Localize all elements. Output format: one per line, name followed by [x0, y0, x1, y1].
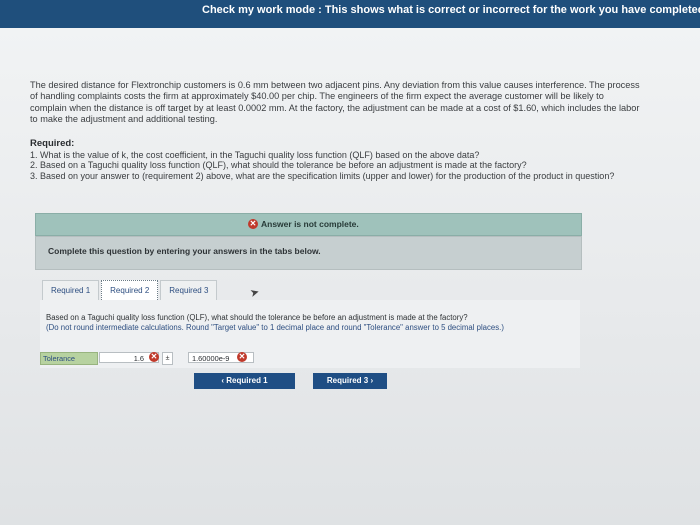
required-list: 1. What is the value of k, the cost coef… — [30, 150, 650, 181]
tab-required-1[interactable]: Required 1 — [42, 280, 100, 302]
next-required-button[interactable]: Required 3 › — [313, 373, 387, 389]
tab-bar: Required 1 Required 2 Required 3 — [42, 280, 219, 302]
tolerance-label: Tolerance — [40, 352, 98, 365]
tab-required-3[interactable]: Required 3 — [160, 280, 218, 302]
next-required-label: Required 3 — [326, 376, 369, 385]
required-item-3: 3. Based on your answer to (requirement … — [30, 170, 615, 181]
incorrect-icon: ✕ — [149, 352, 159, 362]
question-text: Based on a Taguchi quality loss function… — [46, 313, 468, 322]
question-note: (Do not round intermediate calculations.… — [46, 322, 504, 332]
prev-required-button[interactable]: ‹ Required 1 — [194, 373, 295, 389]
instructions-text: Complete this question by entering your … — [48, 246, 321, 256]
incorrect-icon: ✕ — [237, 352, 247, 362]
x-circle-icon: ✕ — [248, 219, 258, 229]
problem-text: The desired distance for Flextronchip cu… — [30, 80, 640, 125]
answer-status: ✕ Answer is not complete. — [248, 219, 359, 229]
chevron-right-icon: › — [370, 376, 374, 385]
prev-required-label: Required 1 — [226, 376, 268, 385]
question-block: Based on a Taguchi quality loss function… — [46, 313, 576, 332]
check-my-work-banner: Check my work mode : This shows what is … — [0, 0, 700, 28]
chevron-left-icon: ‹ — [221, 376, 225, 385]
required-heading: Required: — [30, 138, 75, 149]
plus-minus-sign: ± — [162, 352, 173, 365]
required-item-1: 1. What is the value of k, the cost coef… — [30, 150, 480, 160]
answer-status-text: Answer is not complete. — [261, 219, 359, 229]
tab-required-2[interactable]: Required 2 — [101, 280, 159, 302]
banner-text: Check my work mode : This shows what is … — [202, 4, 700, 16]
required-item-2: 2. Based on a Taguchi quality loss funct… — [30, 160, 527, 171]
